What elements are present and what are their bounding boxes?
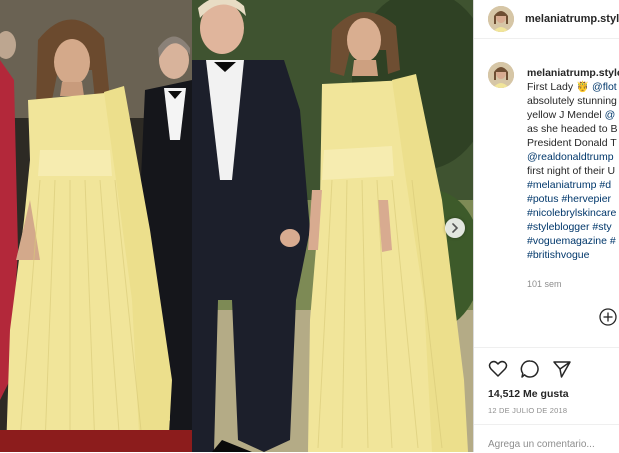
caption-line-4: as she headed to B (527, 123, 618, 135)
comment-bubble-icon[interactable] (520, 359, 540, 379)
caption-hashtags-2[interactable]: #potus #hervepier (527, 192, 619, 206)
caption-line-1: First Lady (527, 81, 574, 93)
caption-line-3: yellow J Mendel (527, 109, 602, 121)
caption-line-5: President Donald T (527, 137, 617, 149)
caption-time-ago: 101 sem (527, 279, 562, 289)
post-media[interactable] (0, 0, 473, 452)
caption-text: melaniatrump.style First Lady 🤴 @flot ab… (527, 66, 619, 262)
caption-mention-realdonaldtrump[interactable]: @realdonaldtrump (527, 150, 619, 164)
caption-mention-flot[interactable]: @flot (592, 81, 617, 93)
caption-username[interactable]: melaniatrump.style (527, 67, 619, 79)
caption-mention-designer[interactable]: @ (605, 109, 616, 121)
caption-hashtags-1[interactable]: #melaniatrump #d (527, 178, 619, 192)
header-username[interactable]: melaniatrump.style (525, 13, 619, 25)
caption-line-2: absolutely stunning (527, 95, 617, 107)
add-comment-field[interactable]: Agrega un comentario... (474, 424, 619, 453)
caption-hashtags-6[interactable]: #britishvogue (527, 248, 619, 262)
post-date: 12 DE JULIO DE 2018 (488, 406, 568, 415)
paper-plane-icon[interactable] (552, 359, 572, 379)
caption-hashtags-4[interactable]: #styleblogger #sty (527, 220, 619, 234)
comment-placeholder: Agrega un comentario... (488, 439, 595, 450)
post-header: melaniatrump.style (474, 0, 619, 39)
likes-count[interactable]: 14,512 Me gusta (488, 388, 569, 400)
caption-hashtags-3[interactable]: #nicolebrylskincare (527, 206, 619, 220)
caption-hashtags-5[interactable]: #voguemagazine # (527, 234, 619, 248)
caption-avatar[interactable] (488, 62, 514, 88)
chevron-right-icon (452, 223, 459, 233)
heart-icon[interactable] (488, 359, 508, 379)
photo-left-image (0, 0, 192, 452)
plus-circle-icon[interactable] (599, 308, 617, 326)
crowned-face-emoji: 🤴 (576, 81, 590, 93)
caption-line-7: first night of their U (527, 165, 616, 177)
profile-avatar[interactable] (488, 6, 514, 32)
carousel-next-button[interactable] (445, 218, 465, 238)
post-sidebar: melaniatrump.style melaniatrump.style Fi… (473, 0, 619, 452)
action-bar (474, 347, 619, 388)
photo-right-image (192, 0, 473, 452)
